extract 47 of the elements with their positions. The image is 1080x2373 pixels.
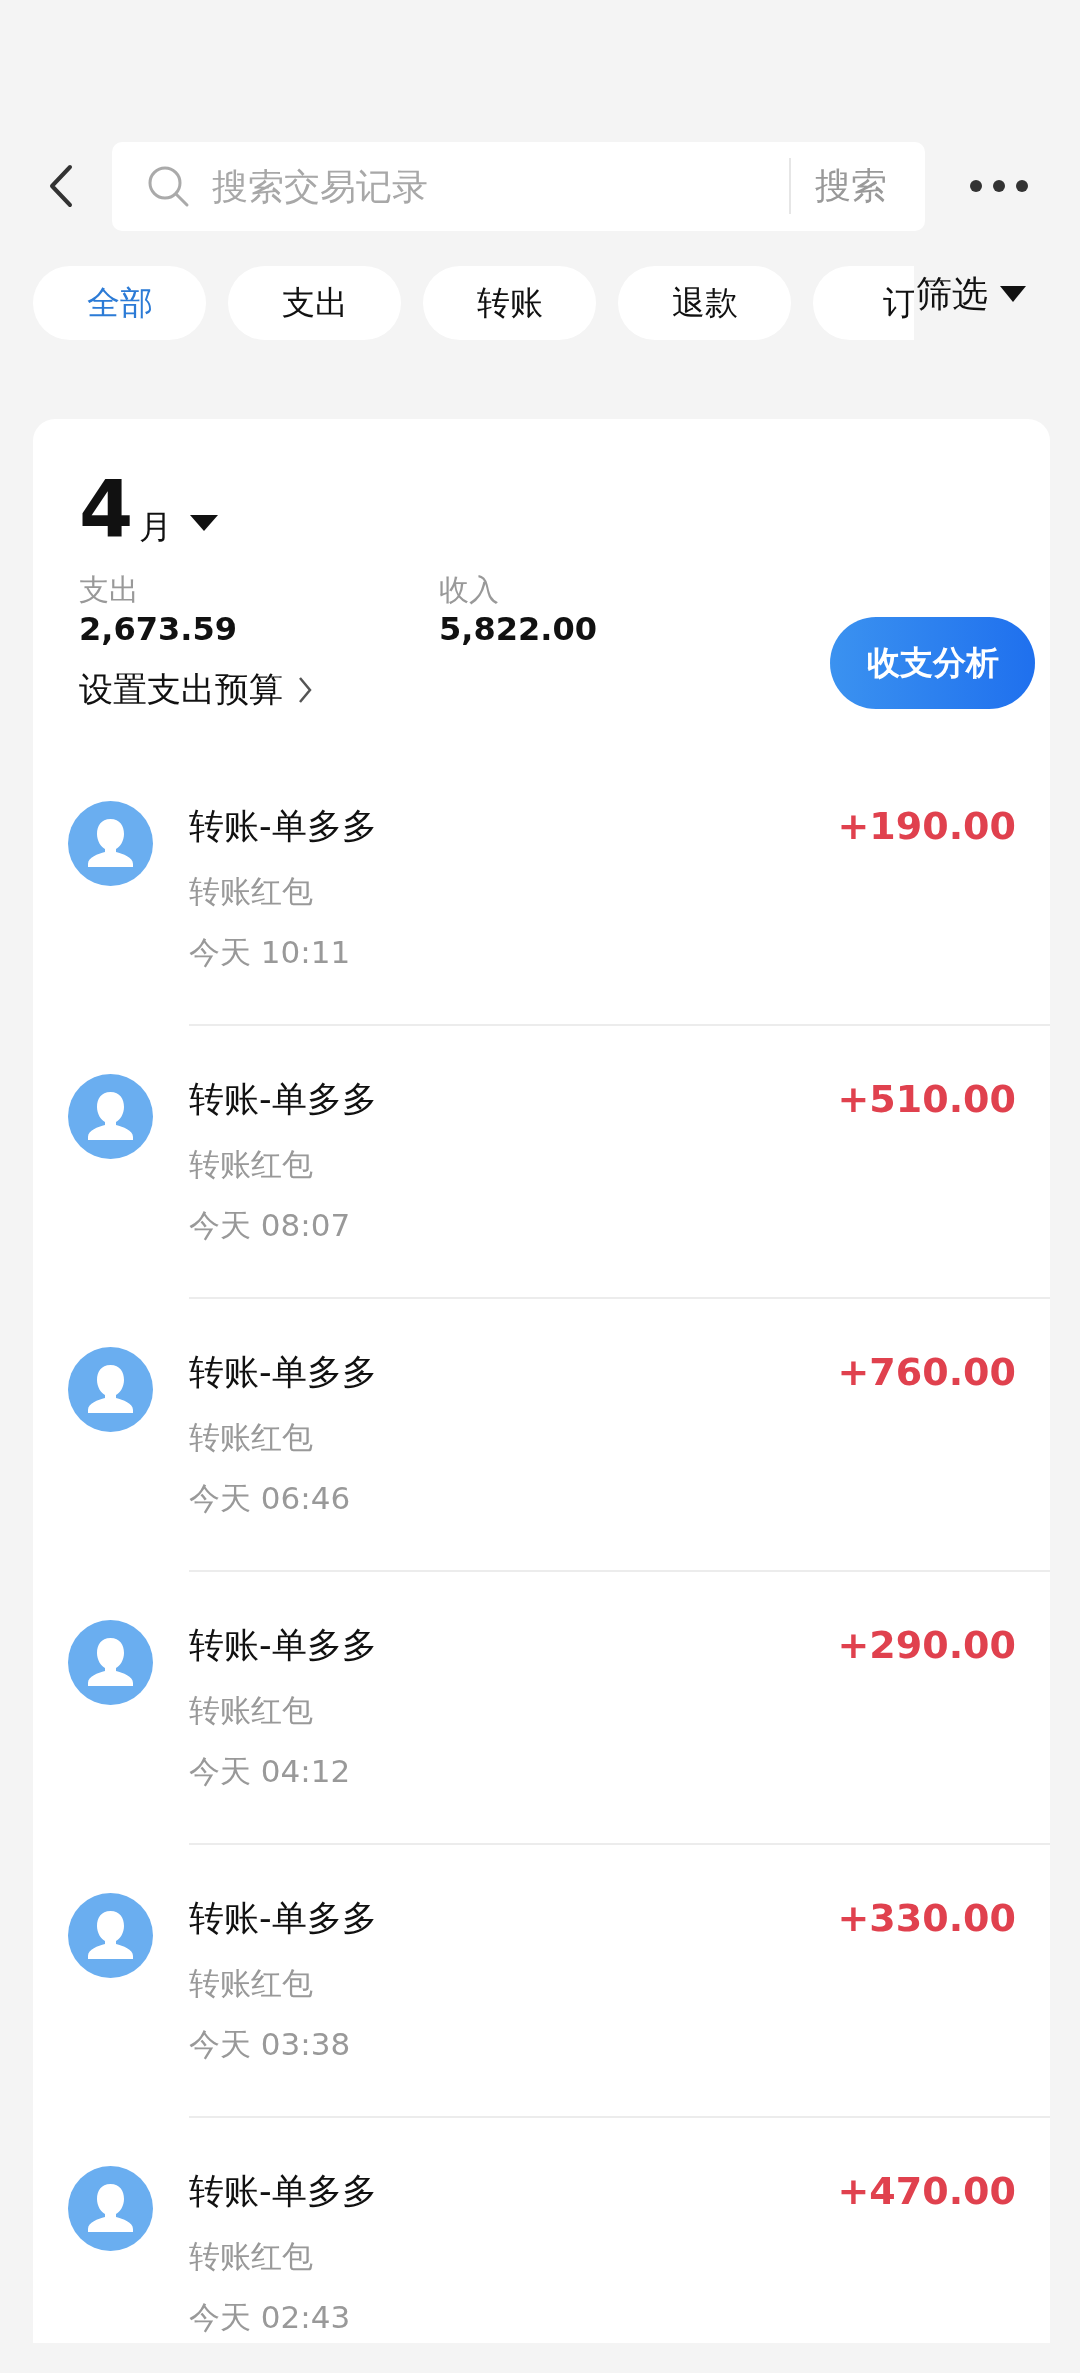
filter-tab[interactable]: 支出: [228, 266, 401, 340]
transaction-note: 转账红包: [189, 1964, 314, 2003]
transaction-note: 转账红包: [189, 1418, 314, 1457]
transaction-note: 转账红包: [189, 1691, 314, 1730]
income-value: 5,822.00: [439, 609, 598, 649]
transaction-time: 今天 04:12: [189, 1752, 352, 1791]
transaction-amount: +470.00: [837, 2169, 1016, 2213]
transaction-amount: +330.00: [837, 1896, 1016, 1940]
filter-tab[interactable]: 转账: [423, 266, 596, 340]
search-icon: [146, 164, 190, 208]
filter-tab[interactable]: 退款: [618, 266, 791, 340]
transaction-time: 今天 06:46: [189, 1479, 352, 1518]
transaction-title: 转账-单多多: [189, 1623, 377, 1667]
transaction-time: 今天 03:38: [189, 2025, 352, 2064]
avatar-icon: [68, 1620, 153, 1705]
transaction-title: 转账-单多多: [189, 1350, 377, 1394]
budget-link[interactable]: 设置支出预算: [79, 665, 799, 715]
transaction-note: 转账红包: [189, 1145, 314, 1184]
avatar-icon: [68, 801, 153, 886]
filter-button[interactable]: 筛选: [916, 269, 1026, 319]
transaction-time: 今天 10:11: [189, 933, 352, 972]
more-icon[interactable]: [969, 179, 1029, 193]
expense-value: 2,673.59: [79, 609, 238, 649]
avatar-icon: [68, 2166, 153, 2251]
dropdown-icon: [1000, 286, 1026, 302]
transaction-amount: +760.00: [837, 1350, 1016, 1394]
transaction-title: 转账-单多多: [189, 2169, 377, 2213]
transaction-amount: +190.00: [837, 804, 1016, 848]
analysis-button[interactable]: 收支分析: [830, 617, 1035, 709]
filter-tab[interactable]: 全部: [33, 266, 206, 340]
dropdown-icon: [190, 515, 219, 531]
transaction-title: 转账-单多多: [189, 1077, 377, 1121]
month-selector[interactable]: 4 月: [79, 459, 219, 549]
transaction-title: 转账-单多多: [189, 1896, 377, 1940]
transaction-amount: +510.00: [837, 1077, 1016, 1121]
transaction-time: 今天 02:43: [189, 2298, 352, 2337]
income-label: 收入: [439, 571, 500, 609]
transaction-note: 转账红包: [189, 872, 314, 911]
avatar-icon: [68, 1347, 153, 1432]
expense-label: 支出: [79, 571, 140, 609]
transaction-time: 今天 08:07: [189, 1206, 352, 1245]
avatar-icon: [68, 1074, 153, 1159]
avatar-icon: [68, 1893, 153, 1978]
transaction-note: 转账红包: [189, 2237, 314, 2276]
transaction-amount: +290.00: [837, 1623, 1016, 1667]
chevron-icon: [297, 675, 313, 705]
transaction-title: 转账-单多多: [189, 804, 377, 848]
